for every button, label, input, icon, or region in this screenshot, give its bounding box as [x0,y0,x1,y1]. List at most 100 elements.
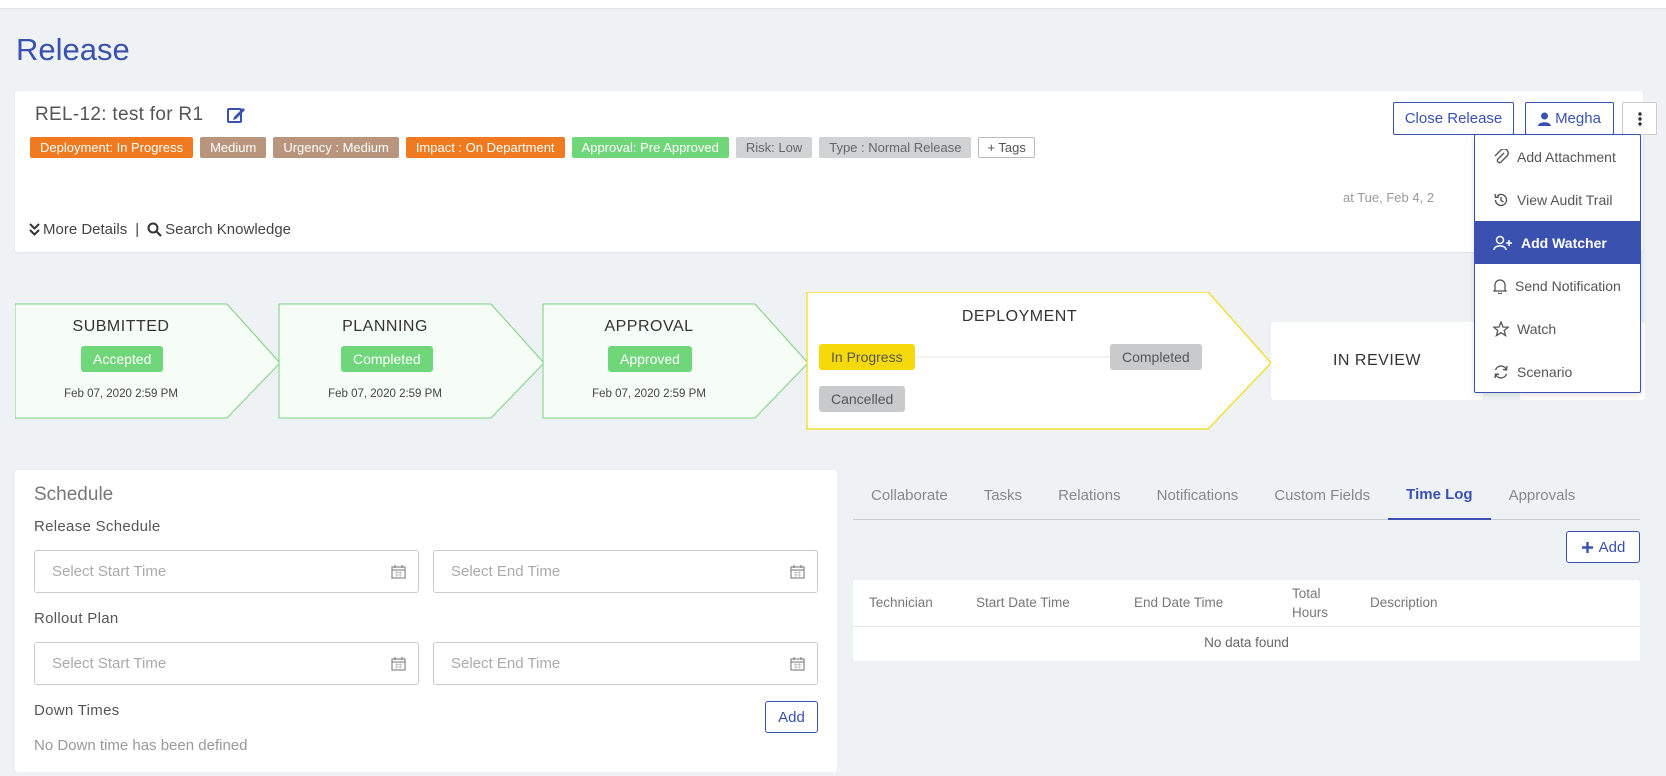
no-down-time-text: No Down time has been defined [34,737,248,754]
more-details-link[interactable]: More Details [29,221,127,238]
col-total-hours[interactable]: Total Hours [1292,584,1334,622]
tag-risk[interactable]: Risk: Low [735,137,813,158]
add-down-time-button[interactable]: Add [765,701,818,733]
menu-watch-label: Watch [1517,320,1557,337]
release-header-card: REL-12: test for R1 Deployment: In Progr… [15,91,1657,252]
stage-in-review-name: IN REVIEW [1332,352,1422,369]
menu-scenario[interactable]: Scenario [1475,350,1640,393]
page-title: Release [16,32,130,67]
refresh-icon [1494,364,1508,379]
rollout-end-time-input[interactable]: Select End Time [433,642,818,685]
detail-tabs: Collaborate Tasks Relations Notification… [853,470,1640,520]
release-start-time-input[interactable]: Select Start Time [34,550,419,593]
rollout-plan-label: Rollout Plan [34,610,119,627]
stage-submitted-date: Feb 07, 2020 2:59 PM [64,388,178,400]
release-start-placeholder: Select Start Time [52,563,167,580]
edit-icon[interactable] [226,105,246,125]
calendar-icon[interactable] [391,656,406,671]
deployment-in-progress-pill[interactable]: In Progress [819,344,915,370]
header-links: More Details | Search Knowledge [29,221,291,238]
rollout-start-placeholder: Select Start Time [52,655,167,672]
stage-submitted-status: Accepted [81,346,164,372]
menu-send-notification-label: Send Notification [1515,277,1621,294]
menu-send-notification[interactable]: Send Notification [1475,264,1640,307]
release-end-time-input[interactable]: Select End Time [433,550,818,593]
menu-scenario-label: Scenario [1517,363,1573,380]
close-release-button[interactable]: Close Release [1393,102,1514,135]
col-technician[interactable]: Technician [869,595,933,610]
stage-approval-status: Approved [608,346,692,372]
menu-watch[interactable]: Watch [1475,307,1640,350]
menu-add-attachment-label: Add Attachment [1517,148,1616,165]
tag-priority[interactable]: Medium [200,137,267,158]
menu-view-audit-trail[interactable]: View Audit Trail [1475,178,1640,221]
deployment-cancelled-pill[interactable]: Cancelled [819,386,906,412]
release-stage-pipeline: SUBMITTED Accepted Feb 07, 2020 2:59 PM … [15,292,1645,432]
add-time-log-label: Add [1598,538,1626,556]
tab-relations[interactable]: Relations [1040,470,1139,520]
time-log-table: Technician Start Date Time End Date Time… [853,580,1640,661]
assignee-button[interactable]: Megha [1525,102,1614,135]
calendar-icon[interactable] [391,564,406,579]
more-details-label: More Details [43,221,128,238]
release-title: REL-12: test for R1 [35,104,204,125]
down-times-label: Down Times [34,702,120,719]
release-schedule-label: Release Schedule [34,518,161,535]
stage-approval-date: Feb 07, 2020 2:59 PM [592,388,706,400]
tab-tasks[interactable]: Tasks [966,470,1040,520]
search-knowledge-link[interactable]: Search Knowledge [147,221,291,238]
tab-collaborate[interactable]: Collaborate [853,470,966,520]
double-chevron-down-icon [29,223,40,236]
stage-planning-name: PLANNING [342,318,428,335]
tag-type[interactable]: Type : Normal Release [819,137,972,158]
plus-icon [1581,541,1593,553]
top-bar [0,0,1666,9]
history-icon [1494,193,1508,206]
menu-add-watcher[interactable]: Add Watcher [1475,221,1640,264]
schedule-title: Schedule [34,484,114,505]
rollout-end-placeholder: Select End Time [451,655,561,672]
tag-approval[interactable]: Approval: Pre Approved [571,137,729,158]
stage-planning-date: Feb 07, 2020 2:59 PM [328,388,442,400]
user-icon [1538,112,1552,126]
schedule-card: Schedule Release Schedule Select Start T… [15,470,837,772]
menu-add-attachment[interactable]: Add Attachment [1475,135,1640,178]
more-actions-button[interactable] [1622,102,1657,135]
calendar-icon[interactable] [790,656,805,671]
time-log-header: Technician Start Date Time End Date Time… [853,580,1640,627]
paperclip-icon [1494,148,1509,163]
star-icon [1493,320,1509,337]
col-start-date-time[interactable]: Start Date Time [976,595,1070,610]
tag-deployment[interactable]: Deployment: In Progress [30,137,194,158]
rollout-start-time-input[interactable]: Select Start Time [34,642,419,685]
actions-dropdown: Add Attachment View Audit Trail Add Watc… [1474,134,1641,393]
search-icon [147,222,162,237]
timestamp: at Tue, Feb 4, 2 [1343,190,1435,205]
menu-view-audit-trail-label: View Audit Trail [1517,191,1613,208]
assignee-label: Megha [1555,110,1601,127]
tag-list: Deployment: In Progress Medium Urgency :… [30,137,1035,158]
stage-approval-name: APPROVAL [604,318,694,335]
bell-icon [1493,278,1507,294]
col-end-date-time[interactable]: End Date Time [1134,595,1223,610]
col-description[interactable]: Description [1370,595,1438,610]
tab-custom-fields[interactable]: Custom Fields [1256,470,1388,520]
kebab-icon [1637,111,1642,126]
tab-notifications[interactable]: Notifications [1139,470,1257,520]
calendar-icon[interactable] [790,564,805,579]
link-separator: | [135,221,140,238]
stage-planning-status: Completed [341,346,433,372]
add-time-log-button[interactable]: Add [1566,531,1640,563]
stage-deployment-name: DEPLOYMENT [961,308,1078,325]
add-tags-button[interactable]: + Tags [978,137,1035,158]
time-log-empty-text: No data found [1204,635,1289,650]
stage-submitted-name: SUBMITTED [72,318,170,335]
deployment-completed-pill[interactable]: Completed [1110,344,1202,370]
tab-time-log[interactable]: Time Log [1388,470,1491,520]
tab-approvals[interactable]: Approvals [1491,470,1594,520]
user-plus-icon [1493,235,1512,250]
tag-impact[interactable]: Impact : On Department [405,137,565,158]
search-knowledge-label: Search Knowledge [165,221,292,238]
release-end-placeholder: Select End Time [451,563,561,580]
tag-urgency[interactable]: Urgency : Medium [273,137,399,158]
